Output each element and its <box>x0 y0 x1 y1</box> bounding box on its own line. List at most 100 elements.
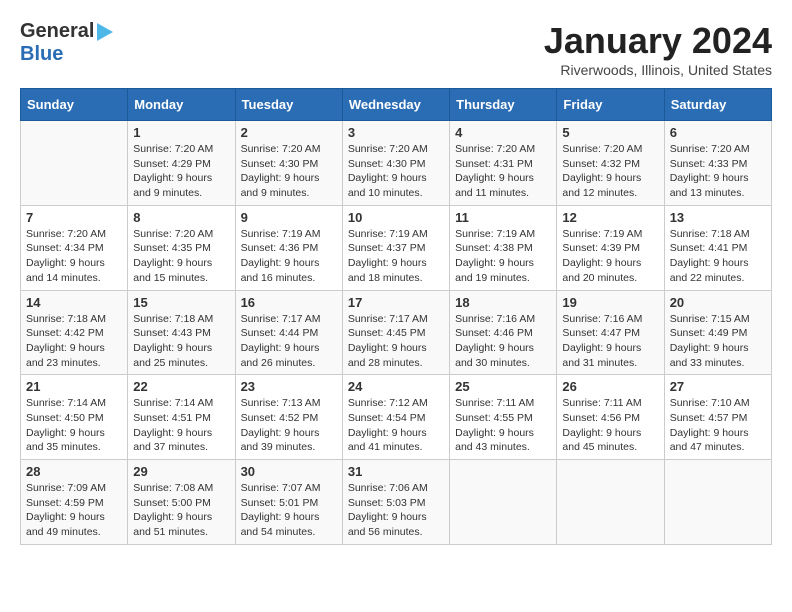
cell-content: Sunrise: 7:17 AMSunset: 4:45 PMDaylight:… <box>348 312 444 371</box>
day-number: 26 <box>562 379 658 394</box>
calendar-cell: 8 Sunrise: 7:20 AMSunset: 4:35 PMDaylight… <box>128 205 235 290</box>
day-number: 20 <box>670 295 766 310</box>
day-number: 31 <box>348 464 444 479</box>
cell-content: Sunrise: 7:09 AMSunset: 4:59 PMDaylight:… <box>26 481 122 540</box>
calendar-header-row: SundayMondayTuesdayWednesdayThursdayFrid… <box>21 89 772 121</box>
logo-arrow-icon <box>97 23 113 41</box>
calendar-cell: 11 Sunrise: 7:19 AMSunset: 4:38 PMDayligh… <box>450 205 557 290</box>
calendar-cell <box>664 460 771 545</box>
calendar-cell: 25 Sunrise: 7:11 AMSunset: 4:55 PMDayligh… <box>450 375 557 460</box>
cell-content: Sunrise: 7:19 AMSunset: 4:38 PMDaylight:… <box>455 227 551 286</box>
day-number: 4 <box>455 125 551 140</box>
calendar-cell: 2 Sunrise: 7:20 AMSunset: 4:30 PMDaylight… <box>235 121 342 206</box>
calendar-cell: 10Sunrise: 7:19 AMSunset: 4:37 PMDayligh… <box>342 205 449 290</box>
cell-content: Sunrise: 7:20 AMSunset: 4:34 PMDaylight:… <box>26 227 122 286</box>
header-wednesday: Wednesday <box>342 89 449 121</box>
day-number: 25 <box>455 379 551 394</box>
cell-content: Sunrise: 7:12 AMSunset: 4:54 PMDaylight:… <box>348 396 444 455</box>
cell-content: Sunrise: 7:19 AMSunset: 4:36 PMDaylight:… <box>241 227 337 286</box>
day-number: 29 <box>133 464 229 479</box>
calendar-cell: 14 Sunrise: 7:18 AMSunset: 4:42 PMDayligh… <box>21 290 128 375</box>
calendar-cell: 29 Sunrise: 7:08 AMSunset: 5:00 PMDayligh… <box>128 460 235 545</box>
day-number: 28 <box>26 464 122 479</box>
day-number: 8 <box>133 210 229 225</box>
calendar-cell: 13Sunrise: 7:18 AMSunset: 4:41 PMDayligh… <box>664 205 771 290</box>
calendar-week-row: 1Sunrise: 7:20 AMSunset: 4:29 PMDaylight… <box>21 121 772 206</box>
cell-content: Sunrise: 7:16 AMSunset: 4:46 PMDaylight:… <box>455 312 551 371</box>
header-tuesday: Tuesday <box>235 89 342 121</box>
cell-content: Sunrise: 7:14 AMSunset: 4:51 PMDaylight:… <box>133 396 229 455</box>
calendar-cell: 27Sunrise: 7:10 AMSunset: 4:57 PMDayligh… <box>664 375 771 460</box>
calendar-cell: 1Sunrise: 7:20 AMSunset: 4:29 PMDaylight… <box>128 121 235 206</box>
day-number: 14 <box>26 295 122 310</box>
cell-content: Sunrise: 7:17 AMSunset: 4:44 PMDaylight:… <box>241 312 337 371</box>
day-number: 18 <box>455 295 551 310</box>
page-subtitle: Riverwoods, Illinois, United States <box>544 62 772 78</box>
cell-content: Sunrise: 7:11 AMSunset: 4:55 PMDaylight:… <box>455 396 551 455</box>
cell-content: Sunrise: 7:20 AMSunset: 4:31 PMDaylight:… <box>455 142 551 201</box>
day-number: 12 <box>562 210 658 225</box>
calendar-cell: 31 Sunrise: 7:06 AMSunset: 5:03 PMDayligh… <box>342 460 449 545</box>
cell-content: Sunrise: 7:06 AMSunset: 5:03 PMDaylight:… <box>348 481 444 540</box>
calendar-cell: 26 Sunrise: 7:11 AMSunset: 4:56 PMDayligh… <box>557 375 664 460</box>
day-number: 22 <box>133 379 229 394</box>
day-number: 6 <box>670 125 766 140</box>
calendar-cell: 20 Sunrise: 7:15 AMSunset: 4:49 PMDayligh… <box>664 290 771 375</box>
day-number: 5 <box>562 125 658 140</box>
calendar-cell: 24 Sunrise: 7:12 AMSunset: 4:54 PMDayligh… <box>342 375 449 460</box>
calendar-cell: 3Sunrise: 7:20 AMSunset: 4:30 PMDaylight… <box>342 121 449 206</box>
page-title: January 2024 <box>544 20 772 62</box>
cell-content: Sunrise: 7:20 AMSunset: 4:35 PMDaylight:… <box>133 227 229 286</box>
calendar-cell: 22 Sunrise: 7:14 AMSunset: 4:51 PMDayligh… <box>128 375 235 460</box>
calendar-cell: 7 Sunrise: 7:20 AMSunset: 4:34 PMDaylight… <box>21 205 128 290</box>
day-number: 21 <box>26 379 122 394</box>
logo-general-text: General <box>20 20 94 43</box>
calendar-cell: 28 Sunrise: 7:09 AMSunset: 4:59 PMDayligh… <box>21 460 128 545</box>
logo: General Blue <box>20 20 113 66</box>
calendar-cell: 15Sunrise: 7:18 AMSunset: 4:43 PMDayligh… <box>128 290 235 375</box>
calendar-week-row: 28 Sunrise: 7:09 AMSunset: 4:59 PMDayligh… <box>21 460 772 545</box>
calendar-cell: 21 Sunrise: 7:14 AMSunset: 4:50 PMDayligh… <box>21 375 128 460</box>
header-thursday: Thursday <box>450 89 557 121</box>
logo-blue-text: Blue <box>20 43 63 66</box>
cell-content: Sunrise: 7:15 AMSunset: 4:49 PMDaylight:… <box>670 312 766 371</box>
calendar-cell <box>21 121 128 206</box>
day-number: 13 <box>670 210 766 225</box>
cell-content: Sunrise: 7:10 AMSunset: 4:57 PMDaylight:… <box>670 396 766 455</box>
calendar-cell: 23Sunrise: 7:13 AMSunset: 4:52 PMDayligh… <box>235 375 342 460</box>
day-number: 10 <box>348 210 444 225</box>
calendar-cell: 9 Sunrise: 7:19 AMSunset: 4:36 PMDaylight… <box>235 205 342 290</box>
calendar-cell: 12 Sunrise: 7:19 AMSunset: 4:39 PMDayligh… <box>557 205 664 290</box>
day-number: 3 <box>348 125 444 140</box>
header-sunday: Sunday <box>21 89 128 121</box>
header-saturday: Saturday <box>664 89 771 121</box>
cell-content: Sunrise: 7:08 AMSunset: 5:00 PMDaylight:… <box>133 481 229 540</box>
day-number: 9 <box>241 210 337 225</box>
day-number: 11 <box>455 210 551 225</box>
day-number: 19 <box>562 295 658 310</box>
page-header: General Blue January 2024 Riverwoods, Il… <box>20 20 772 78</box>
cell-content: Sunrise: 7:07 AMSunset: 5:01 PMDaylight:… <box>241 481 337 540</box>
calendar-cell <box>557 460 664 545</box>
calendar-cell: 5Sunrise: 7:20 AMSunset: 4:32 PMDaylight… <box>557 121 664 206</box>
cell-content: Sunrise: 7:18 AMSunset: 4:42 PMDaylight:… <box>26 312 122 371</box>
cell-content: Sunrise: 7:13 AMSunset: 4:52 PMDaylight:… <box>241 396 337 455</box>
day-number: 24 <box>348 379 444 394</box>
cell-content: Sunrise: 7:20 AMSunset: 4:33 PMDaylight:… <box>670 142 766 201</box>
day-number: 2 <box>241 125 337 140</box>
calendar-week-row: 21 Sunrise: 7:14 AMSunset: 4:50 PMDayligh… <box>21 375 772 460</box>
header-monday: Monday <box>128 89 235 121</box>
calendar-cell: 16Sunrise: 7:17 AMSunset: 4:44 PMDayligh… <box>235 290 342 375</box>
cell-content: Sunrise: 7:19 AMSunset: 4:39 PMDaylight:… <box>562 227 658 286</box>
cell-content: Sunrise: 7:11 AMSunset: 4:56 PMDaylight:… <box>562 396 658 455</box>
cell-content: Sunrise: 7:14 AMSunset: 4:50 PMDaylight:… <box>26 396 122 455</box>
title-block: January 2024 Riverwoods, Illinois, Unite… <box>544 20 772 78</box>
calendar-cell <box>450 460 557 545</box>
calendar-cell: 17Sunrise: 7:17 AMSunset: 4:45 PMDayligh… <box>342 290 449 375</box>
day-number: 7 <box>26 210 122 225</box>
calendar-week-row: 14 Sunrise: 7:18 AMSunset: 4:42 PMDayligh… <box>21 290 772 375</box>
calendar-table: SundayMondayTuesdayWednesdayThursdayFrid… <box>20 88 772 545</box>
calendar-week-row: 7 Sunrise: 7:20 AMSunset: 4:34 PMDaylight… <box>21 205 772 290</box>
cell-content: Sunrise: 7:20 AMSunset: 4:29 PMDaylight:… <box>133 142 229 201</box>
cell-content: Sunrise: 7:20 AMSunset: 4:30 PMDaylight:… <box>241 142 337 201</box>
